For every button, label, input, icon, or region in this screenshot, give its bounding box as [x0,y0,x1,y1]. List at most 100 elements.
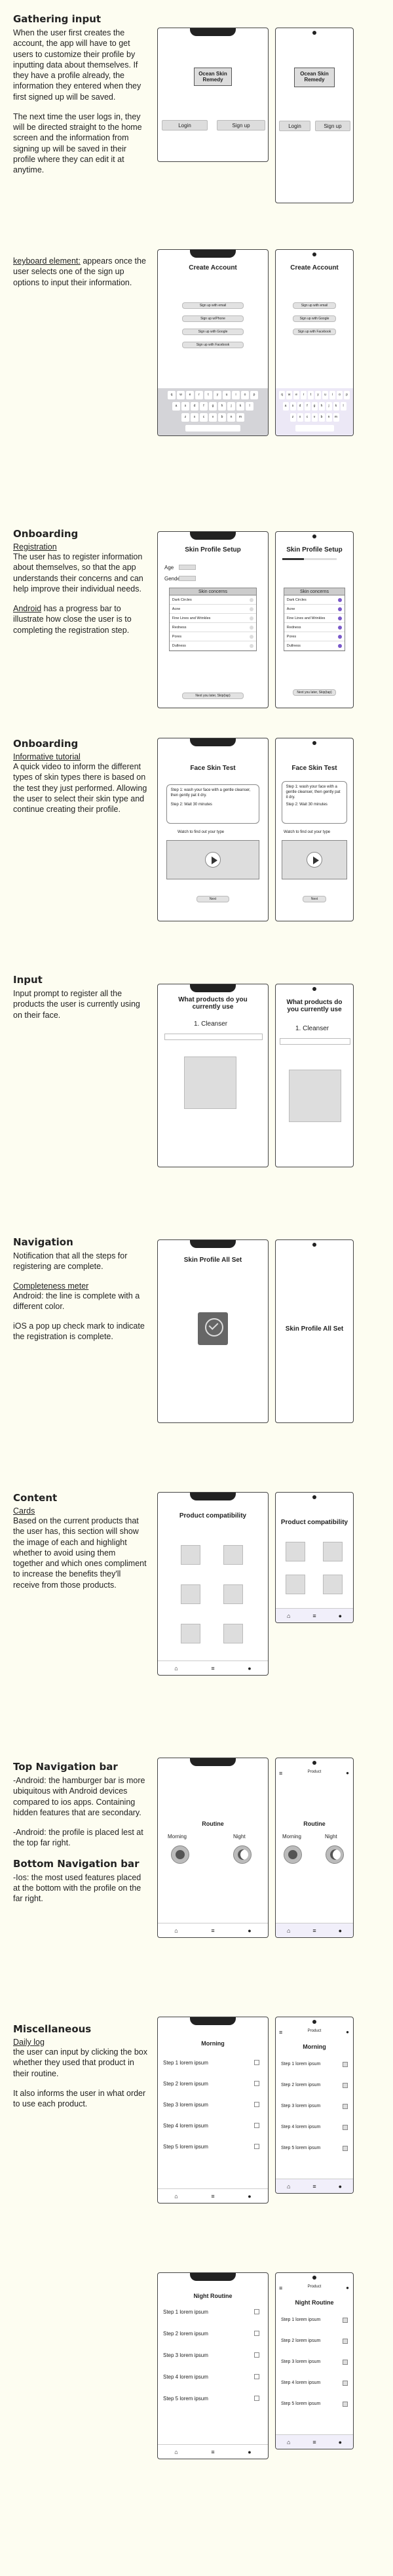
profile-icon[interactable]: ● [339,1927,342,1934]
routine-step[interactable]: Step 1 lorem ipsum [281,2318,350,2323]
checkbox[interactable] [343,2083,348,2088]
profile-icon[interactable]: ● [339,1613,342,1619]
routine-step[interactable]: Step 5 lorem ipsum [163,2396,262,2402]
routine-step[interactable]: Step 4 lorem ipsum [281,2381,350,2386]
signup-google-button[interactable]: Sign up with Google [181,329,244,335]
next-button[interactable]: Next you later, Skip(tap) [181,693,244,699]
routine-step[interactable]: Step 1 lorem ipsum [163,2060,262,2066]
checkbox[interactable] [343,2125,348,2130]
home-icon[interactable]: ⌂ [287,2439,290,2445]
checkbox[interactable] [254,2123,260,2128]
checkbox[interactable] [343,2062,348,2067]
routine-step[interactable]: Step 5 lorem ipsum [281,2146,350,2151]
spacebar[interactable] [295,425,334,432]
profile-icon[interactable]: ● [346,2029,349,2035]
concern-item[interactable]: Fine Lines and Wrinkles [284,614,345,623]
radio-icon[interactable] [250,626,254,630]
product-card[interactable] [181,1624,200,1643]
next-button[interactable]: Next [303,896,326,902]
radio-icon[interactable] [338,626,343,630]
profile-icon[interactable]: ● [248,1665,251,1672]
radio-icon[interactable] [250,644,254,648]
routine-step[interactable]: Step 2 lorem ipsum [281,2083,350,2088]
play-icon[interactable] [204,852,221,868]
routine-step[interactable]: Step 2 lorem ipsum [281,2339,350,2344]
checkbox[interactable] [343,2318,348,2323]
list-icon[interactable]: ≡ [312,2439,316,2445]
routine-step[interactable]: Step 3 lorem ipsum [281,2104,350,2109]
product-card[interactable] [223,1624,243,1643]
next-button[interactable]: Next [196,896,230,902]
home-icon[interactable]: ⌂ [174,2449,178,2455]
keyboard[interactable]: qwertyuiop asdfghjkl zxcvbnm [276,388,353,435]
moon-icon[interactable] [233,1845,252,1864]
radio-icon[interactable] [338,607,343,611]
list-icon[interactable]: ≡ [211,1927,214,1934]
list-icon[interactable]: ≡ [211,1665,214,1672]
profile-icon[interactable]: ● [248,2193,251,2200]
concern-item[interactable]: Dullness [284,641,345,651]
checkbox[interactable] [254,2309,260,2314]
list-icon[interactable]: ≡ [312,1927,316,1934]
routine-step[interactable]: Step 5 lorem ipsum [163,2144,262,2150]
routine-step[interactable]: Step 4 lorem ipsum [163,2374,262,2380]
search-input[interactable] [164,1034,263,1040]
home-icon[interactable]: ⌂ [174,1927,178,1934]
checkbox[interactable] [343,2104,348,2109]
checkbox[interactable] [343,2146,348,2151]
routine-step[interactable]: Step 2 lorem ipsum [163,2331,262,2337]
home-icon[interactable]: ⌂ [287,2183,290,2190]
tutorial-video[interactable] [166,840,259,879]
checkbox[interactable] [254,2102,260,2107]
profile-icon[interactable]: ● [248,1927,251,1934]
next-button[interactable]: Next you later, Skip(tap) [292,689,337,696]
search-input[interactable] [280,1038,350,1045]
play-icon[interactable] [306,852,322,868]
checkbox[interactable] [343,2402,348,2407]
checkbox[interactable] [254,2331,260,2336]
routine-step[interactable]: Step 2 lorem ipsum [163,2081,262,2087]
list-icon[interactable]: ≡ [211,2449,214,2455]
signup-button[interactable]: Sign up [217,120,265,131]
checkbox[interactable] [343,2360,348,2365]
list-icon[interactable]: ≡ [312,2183,316,2190]
concern-item[interactable]: Pores [169,632,257,641]
signup-email-button[interactable]: Sign up with email [181,302,244,309]
profile-icon[interactable]: ● [339,2183,342,2190]
concern-item[interactable]: Dullness [169,641,257,651]
concern-item[interactable]: Acne [284,605,345,614]
concern-item[interactable]: Redness [169,623,257,632]
checkbox[interactable] [343,2339,348,2344]
home-icon[interactable]: ⌂ [174,2193,178,2200]
signup-email-button[interactable]: Sign up with email [292,302,337,309]
product-card[interactable] [223,1584,243,1604]
product-card[interactable] [181,1584,200,1604]
routine-step[interactable]: Step 1 lorem ipsum [163,2309,262,2315]
tutorial-video[interactable] [282,840,347,879]
radio-icon[interactable] [250,598,254,602]
login-button[interactable]: Login [279,121,310,131]
product-card[interactable] [286,1575,305,1594]
signup-facebook-button[interactable]: Sign up with Facebook [292,329,337,335]
concern-item[interactable]: Dark Circles [169,595,257,605]
list-icon[interactable]: ≡ [312,1613,316,1619]
product-card[interactable] [323,1575,343,1594]
profile-icon[interactable]: ● [248,2449,251,2455]
age-input[interactable] [179,565,196,570]
routine-step[interactable]: Step 3 lorem ipsum [281,2360,350,2365]
checkbox[interactable] [254,2081,260,2086]
signup-button[interactable]: Sign up [315,121,350,131]
radio-icon[interactable] [250,616,254,620]
checkbox[interactable] [254,2352,260,2358]
radio-icon[interactable] [250,607,254,611]
profile-icon[interactable]: ● [339,2439,342,2445]
routine-step[interactable]: Step 4 lorem ipsum [163,2123,262,2129]
profile-icon[interactable]: ● [346,1770,349,1776]
concern-item[interactable]: Dark Circles [284,595,345,605]
profile-icon[interactable]: ● [346,2285,349,2291]
concern-item[interactable]: Pores [284,632,345,641]
concern-item[interactable]: Fine Lines and Wrinkles [169,614,257,623]
home-icon[interactable]: ⌂ [287,1927,290,1934]
radio-icon[interactable] [338,616,343,620]
checkbox[interactable] [254,2374,260,2379]
